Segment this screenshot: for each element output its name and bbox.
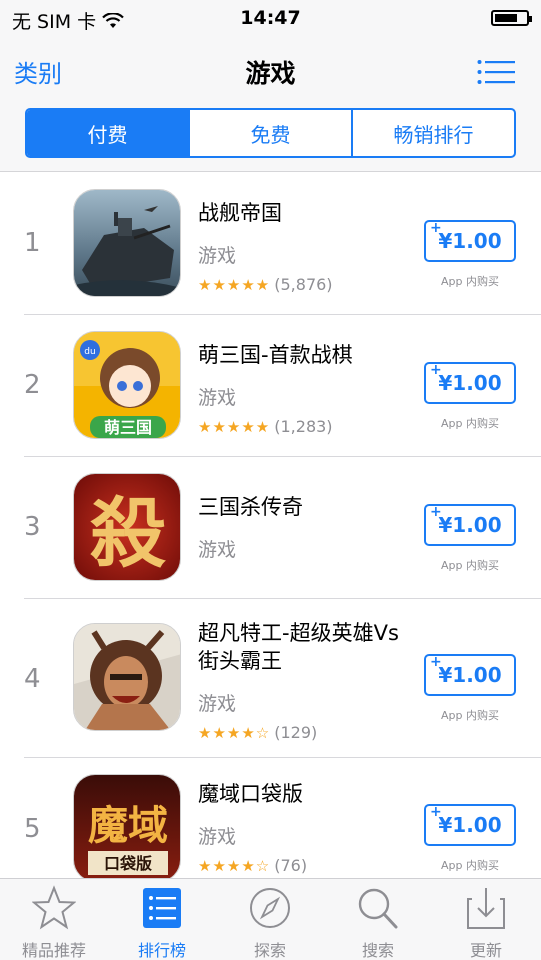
rating-count: (1,283) [274,417,333,436]
plus-icon: + [430,362,442,378]
rating-count: (76) [274,856,308,875]
app-category: 游戏 [198,826,237,848]
app-name: 战舰帝国 [198,201,282,225]
app-row[interactable]: 5 魔域 口袋版 魔域口袋版 游戏 ★★★★☆ (76) + ¥1.00 App… [0,758,541,878]
search-icon [358,888,398,929]
price-label: ¥1.00 [438,229,502,253]
app-list: 1 战舰帝国 游戏 ★★★★★ (5,876) + ¥1.00 App 内购买 [0,173,541,878]
list-icon[interactable] [477,60,515,84]
app-rating: ★★★★★ (1,283) [198,417,333,436]
icon-text: 魔域 [88,802,168,849]
tab-bar: 精品推荐 排行榜 探索 搜索 更新 [0,878,541,960]
tab-top-charts[interactable]: 排行榜 [108,879,216,960]
app-rating: ★★★★☆ (129) [198,723,317,742]
rank-number: 2 [24,370,41,400]
app-row[interactable]: 2 du 萌三国 萌三国-首款战棋 游戏 ★★★★★ (1,283) + ¥1.… [0,315,541,457]
rating-count: (129) [274,723,318,742]
rating-stars: ★★★★☆ [198,723,271,742]
app-icon-sanguosha[interactable]: 殺 [73,473,181,581]
icon-text: 萌三国 [104,418,152,437]
rank-number: 3 [24,512,41,542]
status-time: 14:47 [240,7,301,29]
rank-number: 1 [24,228,41,258]
plus-icon: + [430,654,442,670]
price-label: ¥1.00 [438,813,502,837]
segment-top-grossing[interactable]: 畅销排行 [353,110,514,156]
tab-label: 精品推荐 [21,941,86,960]
app-category: 游戏 [198,387,237,409]
in-app-purchase-note: App 内购买 [441,859,499,872]
page-title: 游戏 [245,59,296,88]
app-category: 游戏 [198,245,237,267]
in-app-purchase-note: App 内购买 [441,275,499,288]
battery-icon [491,10,532,26]
price-button[interactable]: + ¥1.00 [424,220,516,262]
app-name: 魔域口袋版 [198,782,303,806]
rating-stars: ★★★★☆ [198,856,271,875]
app-icon-moyu[interactable]: 魔域 口袋版 [73,774,181,878]
price-button[interactable]: + ¥1.00 [424,804,516,846]
rating-stars: ★★★★★ [198,417,271,436]
tab-label: 搜索 [361,941,394,960]
app-name: 三国杀传奇 [198,495,303,519]
in-app-purchase-note: App 内购买 [441,559,499,572]
rating-count: (5,876) [274,275,333,294]
tab-explore[interactable]: 探索 [216,879,324,960]
app-category: 游戏 [198,539,237,561]
app-icon-warship[interactable] [73,189,181,297]
compass-icon [250,888,290,928]
icon-text: 殺 [90,489,166,578]
rating-stars: ★★★★★ [198,275,271,294]
tab-search[interactable]: 搜索 [324,879,432,960]
navigation-bar: 类别 游戏 [0,36,541,106]
segment-free[interactable]: 免费 [190,110,353,156]
tab-label: 排行榜 [137,941,186,960]
star-icon [32,885,76,930]
price-button[interactable]: + ¥1.00 [424,362,516,404]
price-button[interactable]: + ¥1.00 [424,654,516,696]
price-label: ¥1.00 [438,371,502,395]
in-app-purchase-note: App 内购买 [441,417,499,430]
plus-icon: + [430,504,442,520]
app-rating: ★★★★☆ (76) [198,856,307,875]
price-button[interactable]: + ¥1.00 [424,504,516,546]
app-row[interactable]: 4 超凡特工-超级英雄Vs街头霸王 游戏 ★★★★☆ (129) + ¥1.00… [0,599,541,759]
app-name: 超凡特工-超级英雄Vs街头霸王 [198,621,399,673]
plus-icon: + [430,220,442,236]
svg-text:du: du [84,347,95,357]
app-rating: ★★★★★ (5,876) [198,275,333,294]
app-category: 游戏 [198,693,237,715]
price-label: ¥1.00 [438,513,502,537]
icon-subtext: 口袋版 [104,854,152,873]
app-name: 萌三国-首款战棋 [198,343,353,367]
tab-label: 探索 [253,941,286,960]
segmented-control: 付费 免费 畅销排行 [25,108,516,158]
rank-number: 4 [24,664,41,694]
app-icon-chaofan-agent[interactable] [73,623,181,731]
status-bar: 无 SIM 卡 14:47 [0,0,541,36]
tab-updates[interactable]: 更新 [432,879,540,960]
tab-featured[interactable]: 精品推荐 [0,879,108,960]
app-row[interactable]: 1 战舰帝国 游戏 ★★★★★ (5,876) + ¥1.00 App 内购买 [0,173,541,315]
ranking-list-icon [143,888,181,928]
app-icon-meng-sanguo[interactable]: du 萌三国 [73,331,181,439]
app-row[interactable]: 3 殺 三国杀传奇 游戏 + ¥1.00 App 内购买 [0,457,541,599]
plus-icon: + [430,804,442,820]
update-icon [467,888,505,929]
tab-label: 更新 [469,941,502,960]
price-label: ¥1.00 [438,663,502,687]
rank-number: 5 [24,814,41,844]
segment-paid[interactable]: 付费 [27,110,190,156]
in-app-purchase-note: App 内购买 [441,709,499,722]
